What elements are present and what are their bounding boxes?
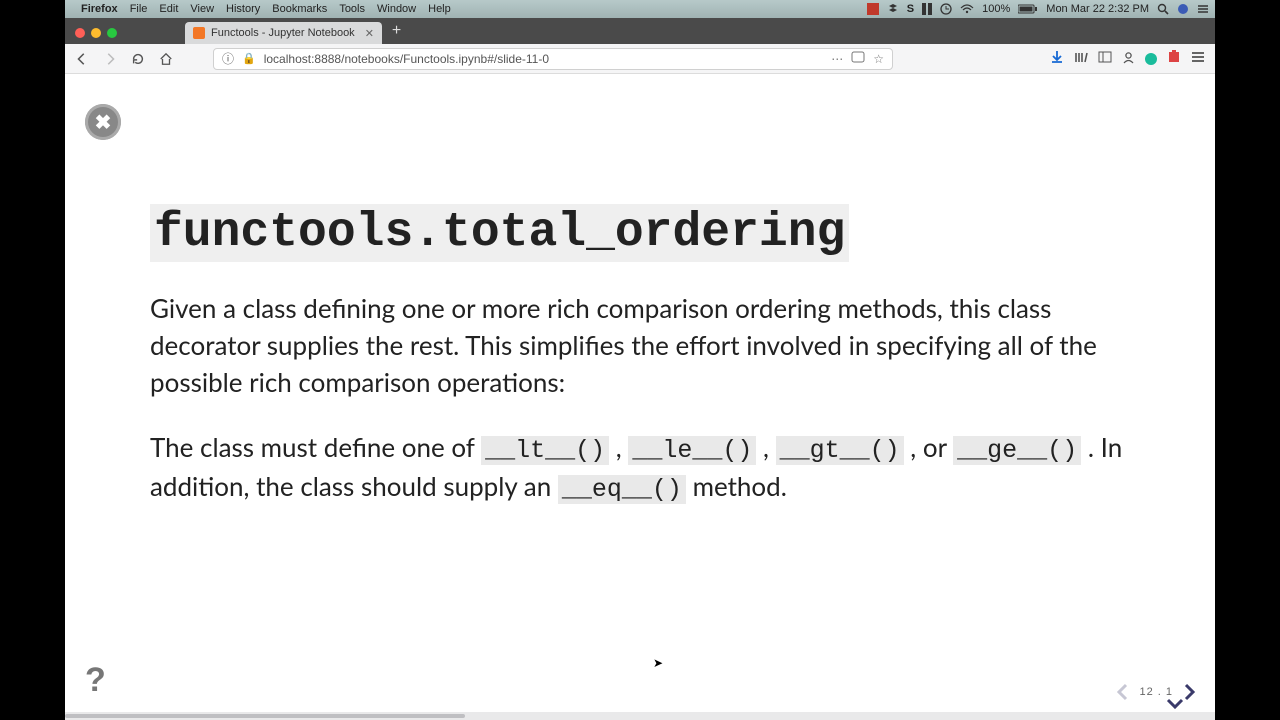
slide-paragraph-2: The class must define one of __lt__() , … [150,429,1140,508]
menu-view[interactable]: View [190,3,214,15]
slide-paragraph-1: Given a class defining one or more rich … [150,290,1140,401]
account-button[interactable] [1122,51,1135,67]
app-name[interactable]: Firefox [81,3,118,15]
mac-menubar: Firefox File Edit View History Bookmarks… [65,0,1215,18]
window-zoom-button[interactable] [107,28,117,38]
downloads-button[interactable] [1050,50,1064,67]
menubar-letter-s-icon[interactable]: S [907,3,914,15]
slide-text: , or [910,431,953,463]
code-eq: __eq__() [558,475,686,504]
battery-percent: 100% [982,3,1010,15]
menu-file[interactable]: File [130,3,148,15]
menu-help[interactable]: Help [428,3,451,15]
forward-button[interactable] [99,48,121,70]
mouse-cursor-icon: ➤ [653,656,663,670]
reload-button[interactable] [127,48,149,70]
slide-heading: functools.total_ordering [150,204,849,262]
code-ge: __ge__() [953,436,1081,465]
menu-edit[interactable]: Edit [159,3,178,15]
menubar-extra-icon-1[interactable] [867,3,879,15]
tab-title: Functools - Jupyter Notebook [211,27,355,39]
menubar-extra-icon-2[interactable] [922,3,932,15]
site-info-icon[interactable]: ⓘ [222,50,234,67]
slide-help-button[interactable]: ? [85,661,106,700]
browser-toolbar: ⓘ 🔒 localhost:8888/notebooks/Functools.i… [65,44,1215,74]
new-tab-button[interactable]: + [382,22,411,44]
tab-close-button[interactable]: ✕ [365,27,374,40]
code-gt: __gt__() [776,436,904,465]
prev-slide-button[interactable] [1113,682,1133,702]
scrollbar-thumb[interactable] [65,714,465,718]
exit-slideshow-button[interactable]: ✖ [85,104,121,140]
slide-content: functools.total_ordering Given a class d… [150,204,1140,508]
url-text: localhost:8888/notebooks/Functools.ipynb… [264,52,824,66]
slide-area: ✖ functools.total_ordering Given a class… [65,74,1215,720]
app-menu-button[interactable] [1191,51,1205,66]
wifi-icon[interactable] [960,4,974,14]
close-icon: ✖ [95,110,112,135]
time-machine-icon[interactable] [940,3,952,15]
home-button[interactable] [155,48,177,70]
menu-tools[interactable]: Tools [339,3,365,15]
code-le: __le__() [628,436,756,465]
window-minimize-button[interactable] [91,28,101,38]
extension-icon-2[interactable] [1167,50,1181,67]
sidebar-button[interactable] [1098,51,1112,66]
lock-icon: 🔒 [242,52,256,65]
menu-history[interactable]: History [226,3,260,15]
back-button[interactable] [71,48,93,70]
dropbox-icon[interactable] [887,3,899,15]
slide-text: The class must define one of [150,431,481,463]
window-traffic-lights [69,28,125,44]
jupyter-favicon-icon [193,27,205,39]
notification-center-icon[interactable] [1197,3,1209,15]
code-lt: __lt__() [481,436,609,465]
address-bar[interactable]: ⓘ 🔒 localhost:8888/notebooks/Functools.i… [213,48,893,70]
slide-text: , [763,431,776,463]
spotlight-icon[interactable] [1157,3,1169,15]
browser-tab[interactable]: Functools - Jupyter Notebook ✕ [185,22,382,44]
slide-nav: 12 . 1 [1113,682,1199,702]
menu-window[interactable]: Window [377,3,416,15]
reader-toggle-icon[interactable] [851,51,865,66]
horizontal-scrollbar[interactable] [65,712,1215,720]
slide-text: , [616,431,629,463]
library-button[interactable] [1074,50,1088,67]
menu-bookmarks[interactable]: Bookmarks [272,3,327,15]
battery-icon[interactable] [1018,4,1038,14]
bookmark-star-icon[interactable]: ☆ [873,52,884,66]
clock[interactable]: Mon Mar 22 2:32 PM [1046,3,1149,15]
window-close-button[interactable] [75,28,85,38]
tab-strip: Functools - Jupyter Notebook ✕ + [65,18,1215,44]
extension-icon-1[interactable] [1145,53,1157,65]
slide-text: method. [693,470,787,502]
page-actions-icon[interactable]: ⋯ [831,52,843,66]
siri-icon[interactable] [1177,3,1189,15]
